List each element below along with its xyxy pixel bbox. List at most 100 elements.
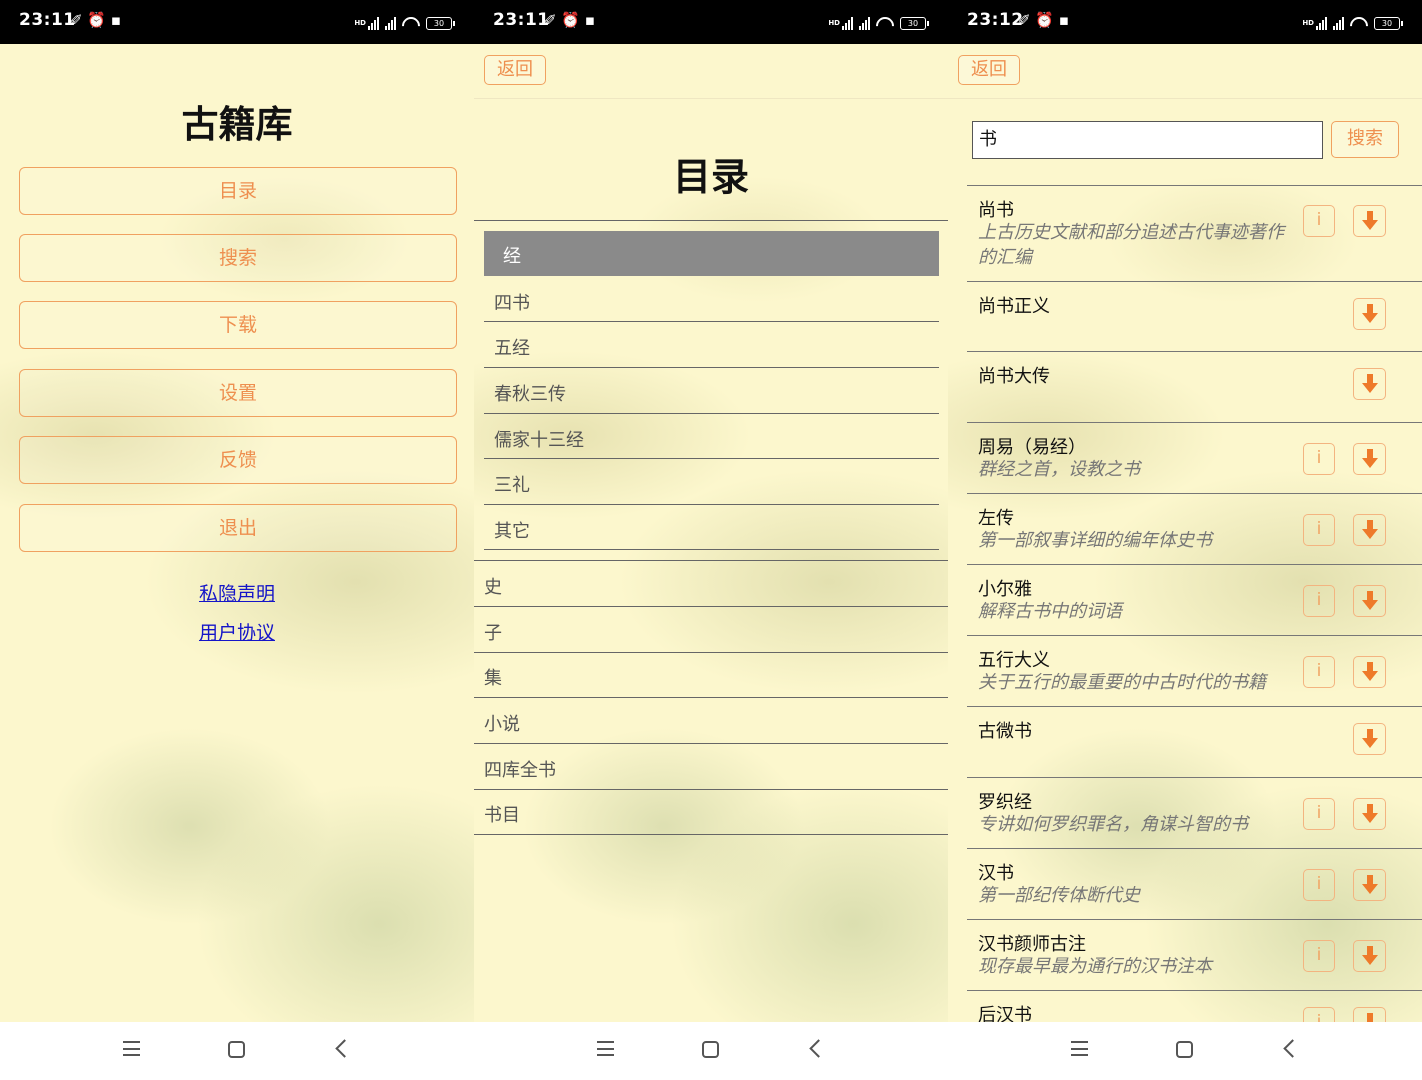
divider xyxy=(474,834,948,835)
download-arrow-icon xyxy=(1362,520,1378,539)
download-arrow-icon xyxy=(1362,875,1378,894)
download-button[interactable] xyxy=(1353,585,1386,617)
home-icon[interactable] xyxy=(228,1041,245,1058)
battery-icon: 30 xyxy=(900,16,929,30)
status-bar: 23:12 ✐ ⏰ ▪ HD 30 xyxy=(948,0,1422,44)
book-title[interactable]: 古微书 xyxy=(978,717,1032,743)
book-title[interactable]: 汉书颜师古注 xyxy=(978,930,1086,956)
book-title[interactable]: 小尔雅 xyxy=(978,575,1032,601)
divider xyxy=(967,422,1422,423)
download-arrow-icon xyxy=(1362,804,1378,823)
download-button[interactable] xyxy=(1353,443,1386,475)
status-icons: ✐ ⏰ ▪ xyxy=(1018,11,1069,29)
book-title[interactable]: 周易（易经） xyxy=(978,433,1086,459)
download-button[interactable] xyxy=(1353,298,1386,330)
download-arrow-icon xyxy=(1362,946,1378,965)
home-icon[interactable] xyxy=(1176,1041,1193,1058)
menu-icon[interactable] xyxy=(1071,1041,1088,1056)
info-button[interactable]: i xyxy=(1303,869,1335,901)
hd-icon: HD xyxy=(828,19,840,27)
divider xyxy=(474,220,948,221)
book-title[interactable]: 汉书 xyxy=(978,859,1014,885)
divider xyxy=(474,98,948,99)
download-button[interactable] xyxy=(1353,798,1386,830)
category-jing[interactable]: 经 xyxy=(503,242,521,268)
download-button[interactable] xyxy=(1353,723,1386,755)
download-arrow-icon xyxy=(1362,304,1378,323)
info-button[interactable]: i xyxy=(1303,798,1335,830)
subcategory-item[interactable]: 春秋三传 xyxy=(494,380,566,406)
back-icon[interactable] xyxy=(1283,1039,1302,1058)
book-description: 第一部叙事详细的编年体史书 xyxy=(978,530,1212,551)
wifi-icon xyxy=(1350,17,1368,29)
catalog-button[interactable]: 目录 xyxy=(19,167,457,215)
subcategory-item[interactable]: 三礼 xyxy=(494,471,530,497)
book-title[interactable]: 尚书 xyxy=(978,196,1014,222)
info-button[interactable]: i xyxy=(1303,585,1335,617)
search-input[interactable]: 书 xyxy=(972,121,1323,159)
book-description: 第一部纪传体断代史 xyxy=(978,885,1140,906)
divider xyxy=(484,549,939,550)
divider xyxy=(474,789,948,790)
category-item[interactable]: 集 xyxy=(484,664,502,690)
divider xyxy=(967,281,1422,282)
subcategory-item[interactable]: 四书 xyxy=(494,289,530,315)
book-description: 解释古书中的词语 xyxy=(978,601,1122,622)
back-icon[interactable] xyxy=(809,1039,828,1058)
download-arrow-icon xyxy=(1362,662,1378,681)
download-button[interactable] xyxy=(1353,656,1386,688)
home-icon[interactable] xyxy=(702,1041,719,1058)
divider xyxy=(967,777,1422,778)
category-item[interactable]: 小说 xyxy=(484,710,520,736)
privacy-link[interactable]: 私隐声明 xyxy=(0,579,474,606)
page-title: 目录 xyxy=(672,155,749,199)
divider xyxy=(474,697,948,698)
info-button[interactable]: i xyxy=(1303,940,1335,972)
feedback-button[interactable]: 反馈 xyxy=(19,436,457,484)
menu-icon[interactable] xyxy=(597,1041,614,1056)
book-title[interactable]: 罗织经 xyxy=(978,788,1032,814)
search-button[interactable]: 搜索 xyxy=(19,234,457,282)
book-title[interactable]: 左传 xyxy=(978,504,1014,530)
selected-category[interactable] xyxy=(484,231,939,276)
download-button[interactable] xyxy=(1353,869,1386,901)
info-button[interactable]: i xyxy=(1303,656,1335,688)
book-title[interactable]: 五行大义 xyxy=(978,646,1050,672)
divider xyxy=(484,504,939,505)
book-title[interactable]: 尚书正义 xyxy=(978,292,1050,318)
subcategory-item[interactable]: 儒家十三经 xyxy=(494,426,584,452)
back-button[interactable]: 返回 xyxy=(958,55,1020,85)
signal2-icon xyxy=(859,16,870,30)
back-icon[interactable] xyxy=(335,1039,354,1058)
nav-bar xyxy=(948,1022,1422,1080)
back-button[interactable]: 返回 xyxy=(484,55,546,85)
divider xyxy=(967,706,1422,707)
download-button[interactable] xyxy=(1353,940,1386,972)
exit-button[interactable]: 退出 xyxy=(19,504,457,552)
category-item[interactable]: 史 xyxy=(484,573,502,599)
download-button[interactable] xyxy=(1353,514,1386,546)
subcategory-item[interactable]: 五经 xyxy=(494,334,530,360)
book-title[interactable]: 尚书大传 xyxy=(978,362,1050,388)
download-button[interactable] xyxy=(1353,205,1386,237)
info-button[interactable]: i xyxy=(1303,514,1335,546)
nav-bar xyxy=(0,1022,474,1080)
user-agreement-link[interactable]: 用户协议 xyxy=(0,618,474,645)
download-arrow-icon xyxy=(1362,211,1378,230)
status-time: 23:12 xyxy=(967,10,1024,30)
battery-icon: 30 xyxy=(426,16,455,30)
subcategory-item[interactable]: 其它 xyxy=(494,517,530,543)
search-submit-button[interactable]: 搜索 xyxy=(1331,121,1399,158)
settings-button[interactable]: 设置 xyxy=(19,369,457,417)
category-item[interactable]: 书目 xyxy=(484,801,520,827)
info-button[interactable]: i xyxy=(1303,443,1335,475)
download-button[interactable]: 下载 xyxy=(19,301,457,349)
signal-icon xyxy=(842,16,853,30)
download-button[interactable] xyxy=(1353,368,1386,400)
category-item[interactable]: 子 xyxy=(484,619,502,645)
status-time: 23:11 xyxy=(19,10,76,30)
category-item[interactable]: 四库全书 xyxy=(484,756,556,782)
status-time: 23:11 xyxy=(493,10,550,30)
info-button[interactable]: i xyxy=(1303,205,1335,237)
menu-icon[interactable] xyxy=(123,1041,140,1056)
